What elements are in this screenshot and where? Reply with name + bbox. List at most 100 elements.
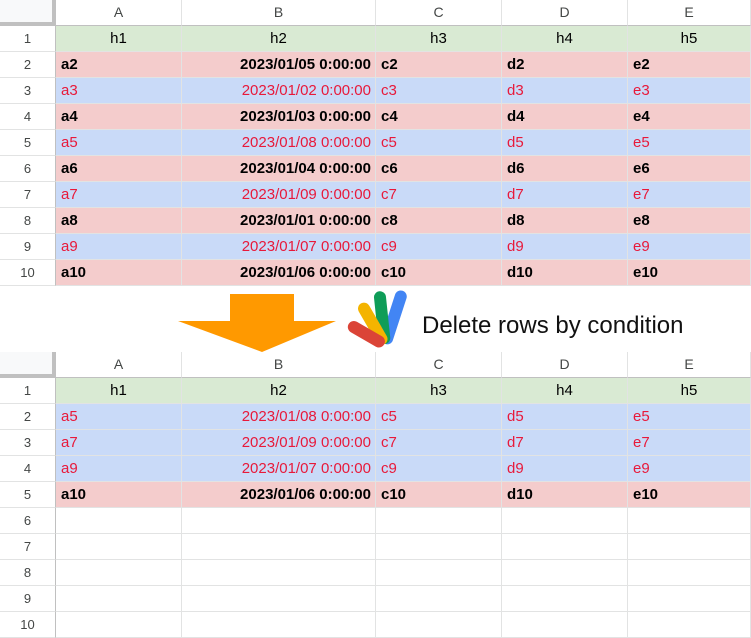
cell-e7[interactable]: e7 (628, 182, 751, 208)
cell-b9[interactable]: 2023/01/07 0:00:00 (182, 234, 376, 260)
row-header[interactable]: 4 (0, 104, 56, 130)
cell-c1[interactable]: h3 (376, 378, 502, 404)
cell-d6[interactable]: d6 (502, 156, 628, 182)
cell-d3[interactable]: d7 (502, 430, 628, 456)
column-header-e[interactable]: E (628, 0, 751, 26)
cell-e4[interactable]: e4 (628, 104, 751, 130)
cell-e5[interactable]: e10 (628, 482, 751, 508)
cell-c8[interactable]: c8 (376, 208, 502, 234)
cell-e8[interactable]: e8 (628, 208, 751, 234)
cell-a3[interactable]: a3 (56, 78, 182, 104)
cell-e3[interactable]: e3 (628, 78, 751, 104)
cell-b7[interactable]: 2023/01/09 0:00:00 (182, 182, 376, 208)
cell-b6[interactable]: 2023/01/04 0:00:00 (182, 156, 376, 182)
row-header[interactable]: 7 (0, 182, 56, 208)
row-header[interactable]: 9 (0, 586, 56, 612)
cell-a4[interactable]: a9 (56, 456, 182, 482)
column-header-d[interactable]: D (502, 352, 628, 378)
row-header[interactable]: 5 (0, 130, 56, 156)
cell-a9[interactable]: a9 (56, 234, 182, 260)
cell-a2[interactable]: a2 (56, 52, 182, 78)
cell-c6[interactable] (376, 508, 502, 534)
cell-d9[interactable]: d9 (502, 234, 628, 260)
cell-b8[interactable] (182, 560, 376, 586)
row-header[interactable]: 1 (0, 378, 56, 404)
cell-b5[interactable]: 2023/01/06 0:00:00 (182, 482, 376, 508)
column-header-c[interactable]: C (376, 352, 502, 378)
cell-a7[interactable] (56, 534, 182, 560)
cell-a1[interactable]: h1 (56, 378, 182, 404)
row-header[interactable]: 3 (0, 78, 56, 104)
cell-b1[interactable]: h2 (182, 26, 376, 52)
row-header[interactable]: 1 (0, 26, 56, 52)
cell-a7[interactable]: a7 (56, 182, 182, 208)
cell-a6[interactable] (56, 508, 182, 534)
cell-c10[interactable] (376, 612, 502, 638)
cell-d10[interactable] (502, 612, 628, 638)
cell-e1[interactable]: h5 (628, 26, 751, 52)
row-header[interactable]: 7 (0, 534, 56, 560)
cell-e2[interactable]: e5 (628, 404, 751, 430)
cell-b3[interactable]: 2023/01/09 0:00:00 (182, 430, 376, 456)
cell-a9[interactable] (56, 586, 182, 612)
cell-e7[interactable] (628, 534, 751, 560)
column-header-d[interactable]: D (502, 0, 628, 26)
cell-a2[interactable]: a5 (56, 404, 182, 430)
cell-c4[interactable]: c9 (376, 456, 502, 482)
cell-d2[interactable]: d2 (502, 52, 628, 78)
row-header[interactable]: 2 (0, 52, 56, 78)
cell-c7[interactable]: c7 (376, 182, 502, 208)
cell-d1[interactable]: h4 (502, 378, 628, 404)
cell-e6[interactable] (628, 508, 751, 534)
cell-d3[interactable]: d3 (502, 78, 628, 104)
cell-b7[interactable] (182, 534, 376, 560)
row-header[interactable]: 10 (0, 260, 56, 286)
cell-e2[interactable]: e2 (628, 52, 751, 78)
cell-c1[interactable]: h3 (376, 26, 502, 52)
cell-b10[interactable] (182, 612, 376, 638)
cell-a8[interactable]: a8 (56, 208, 182, 234)
cell-c6[interactable]: c6 (376, 156, 502, 182)
cell-b1[interactable]: h2 (182, 378, 376, 404)
row-header[interactable]: 6 (0, 156, 56, 182)
cell-c5[interactable]: c5 (376, 130, 502, 156)
cell-b8[interactable]: 2023/01/01 0:00:00 (182, 208, 376, 234)
column-header-c[interactable]: C (376, 0, 502, 26)
cell-e10[interactable]: e10 (628, 260, 751, 286)
row-header[interactable]: 4 (0, 456, 56, 482)
cell-a6[interactable]: a6 (56, 156, 182, 182)
cell-d5[interactable]: d5 (502, 130, 628, 156)
row-header[interactable]: 8 (0, 560, 56, 586)
cell-d4[interactable]: d9 (502, 456, 628, 482)
row-header[interactable]: 6 (0, 508, 56, 534)
cell-d7[interactable] (502, 534, 628, 560)
cell-a4[interactable]: a4 (56, 104, 182, 130)
cell-a3[interactable]: a7 (56, 430, 182, 456)
cell-a8[interactable] (56, 560, 182, 586)
row-header[interactable]: 5 (0, 482, 56, 508)
cell-c5[interactable]: c10 (376, 482, 502, 508)
cell-e8[interactable] (628, 560, 751, 586)
cell-c4[interactable]: c4 (376, 104, 502, 130)
cell-a5[interactable]: a5 (56, 130, 182, 156)
row-header[interactable]: 10 (0, 612, 56, 638)
cell-b2[interactable]: 2023/01/05 0:00:00 (182, 52, 376, 78)
cell-e10[interactable] (628, 612, 751, 638)
cell-d4[interactable]: d4 (502, 104, 628, 130)
cell-c8[interactable] (376, 560, 502, 586)
cell-a5[interactable]: a10 (56, 482, 182, 508)
cell-b4[interactable]: 2023/01/03 0:00:00 (182, 104, 376, 130)
cell-e9[interactable]: e9 (628, 234, 751, 260)
select-all-corner[interactable] (0, 0, 56, 26)
cell-b9[interactable] (182, 586, 376, 612)
cell-c3[interactable]: c7 (376, 430, 502, 456)
cell-d7[interactable]: d7 (502, 182, 628, 208)
cell-d5[interactable]: d10 (502, 482, 628, 508)
cell-c2[interactable]: c5 (376, 404, 502, 430)
cell-b3[interactable]: 2023/01/02 0:00:00 (182, 78, 376, 104)
cell-c10[interactable]: c10 (376, 260, 502, 286)
row-header[interactable]: 2 (0, 404, 56, 430)
cell-e5[interactable]: e5 (628, 130, 751, 156)
cell-c2[interactable]: c2 (376, 52, 502, 78)
row-header[interactable]: 8 (0, 208, 56, 234)
